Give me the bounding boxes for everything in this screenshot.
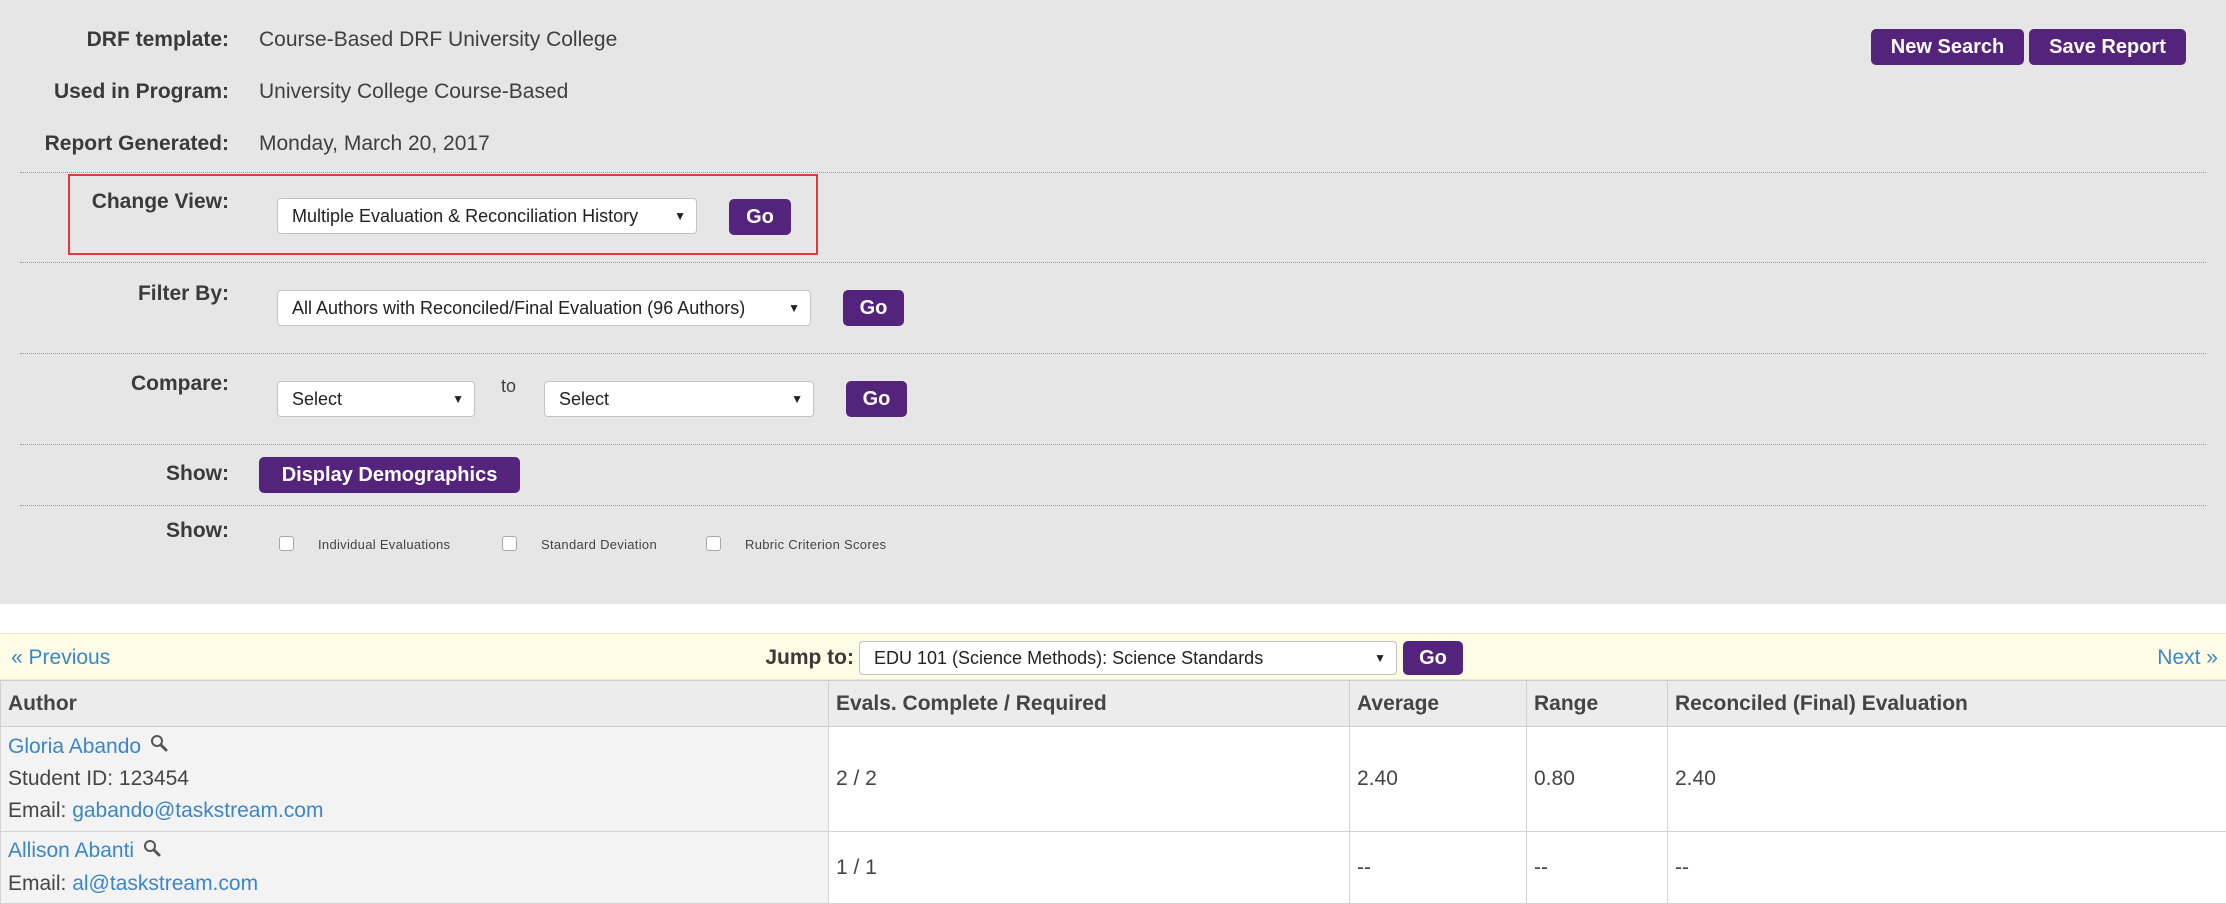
compare-right-select[interactable]: Select ▼ [544,381,814,417]
magnifier-icon[interactable] [149,731,169,763]
jump-to-selected: EDU 101 (Science Methods): Science Stand… [874,648,1263,669]
individual-evaluations-checkbox[interactable] [279,536,294,551]
drf-template-label: DRF template: [87,28,229,52]
email-link[interactable]: gabando@taskstream.com [72,799,323,822]
range-cell: -- [1527,832,1668,904]
report-settings-panel: DRF template: Course-Based DRF Universit… [0,0,2226,604]
divider [20,353,2206,354]
filter-by-label: Filter By: [138,282,229,306]
used-in-program-value: University College Course-Based [259,80,568,104]
divider [20,172,2206,173]
report-generated-value: Monday, March 20, 2017 [259,132,490,156]
average-column-header[interactable]: Average [1350,681,1527,727]
author-cell: Allison Abanti Email: al@taskstream.com [1,832,829,904]
change-view-label: Change View: [92,190,229,214]
compare-left-selected: Select [292,389,342,410]
individual-evaluations-label: Individual Evaluations [318,537,450,552]
author-cell: Gloria Abando Student ID: 123454 Email: … [1,727,829,832]
average-cell: -- [1350,832,1527,904]
standard-deviation-label: Standard Deviation [541,537,657,552]
compare-go-button[interactable]: Go [846,381,907,417]
dropdown-arrow-icon: ▼ [791,392,803,406]
change-view-go-button[interactable]: Go [729,199,791,235]
compare-label: Compare: [131,372,229,396]
evals-column-header[interactable]: Evals. Complete / Required [829,681,1350,727]
table-header-row: Author Evals. Complete / Required Averag… [1,681,2226,727]
dropdown-arrow-icon: ▼ [674,209,686,223]
filter-by-select[interactable]: All Authors with Reconciled/Final Evalua… [277,290,811,326]
used-in-program-label: Used in Program: [54,80,229,104]
next-link[interactable]: Next » [2157,646,2218,670]
jump-to-label: Jump to: [765,646,854,670]
divider [20,444,2206,445]
email-label: Email: [8,799,66,822]
divider [20,505,2206,506]
rubric-criterion-scores-checkbox[interactable] [706,536,721,551]
display-demographics-button[interactable]: Display Demographics [259,457,520,493]
show-demographics-label: Show: [166,462,229,486]
author-column-header[interactable]: Author [1,681,829,727]
email-link[interactable]: al@taskstream.com [72,872,258,895]
dropdown-arrow-icon: ▼ [452,392,464,406]
results-table: Author Evals. Complete / Required Averag… [0,680,2226,904]
author-name-link[interactable]: Gloria Abando [8,735,141,758]
divider [20,262,2206,263]
dropdown-arrow-icon: ▼ [1374,651,1386,665]
student-id: Student ID: 123454 [8,763,821,795]
evals-cell: 1 / 1 [829,832,1350,904]
author-name-link[interactable]: Allison Abanti [8,839,134,862]
email-label: Email: [8,872,66,895]
jump-to-select[interactable]: EDU 101 (Science Methods): Science Stand… [859,641,1397,675]
jump-to-go-button[interactable]: Go [1403,641,1463,675]
reconciled-cell: 2.40 [1668,727,2226,832]
compare-to-label: to [501,376,516,397]
evaluation-navigation-bar: « Previous Jump to: EDU 101 (Science Met… [0,633,2226,680]
range-column-header[interactable]: Range [1527,681,1668,727]
reconciled-column-header[interactable]: Reconciled (Final) Evaluation [1668,681,2226,727]
average-cell: 2.40 [1350,727,1527,832]
save-report-button[interactable]: Save Report [2029,29,2186,65]
drf-template-value: Course-Based DRF University College [259,28,617,52]
new-search-button[interactable]: New Search [1871,29,2024,65]
change-view-selected: Multiple Evaluation & Reconciliation His… [292,206,638,227]
filter-by-selected: All Authors with Reconciled/Final Evalua… [292,298,745,319]
report-generated-label: Report Generated: [45,132,229,156]
table-row: Allison Abanti Email: al@taskstream.com … [1,832,2226,904]
rubric-criterion-scores-label: Rubric Criterion Scores [745,537,886,552]
evals-cell: 2 / 2 [829,727,1350,832]
previous-link[interactable]: « Previous [11,646,110,670]
show-options-label: Show: [166,519,229,543]
reconciled-cell: -- [1668,832,2226,904]
change-view-select[interactable]: Multiple Evaluation & Reconciliation His… [277,198,697,234]
table-row: Gloria Abando Student ID: 123454 Email: … [1,727,2226,832]
dropdown-arrow-icon: ▼ [788,301,800,315]
magnifier-icon[interactable] [142,836,162,868]
filter-by-go-button[interactable]: Go [843,290,904,326]
standard-deviation-checkbox[interactable] [502,536,517,551]
range-cell: 0.80 [1527,727,1668,832]
compare-right-selected: Select [559,389,609,410]
compare-left-select[interactable]: Select ▼ [277,381,475,417]
